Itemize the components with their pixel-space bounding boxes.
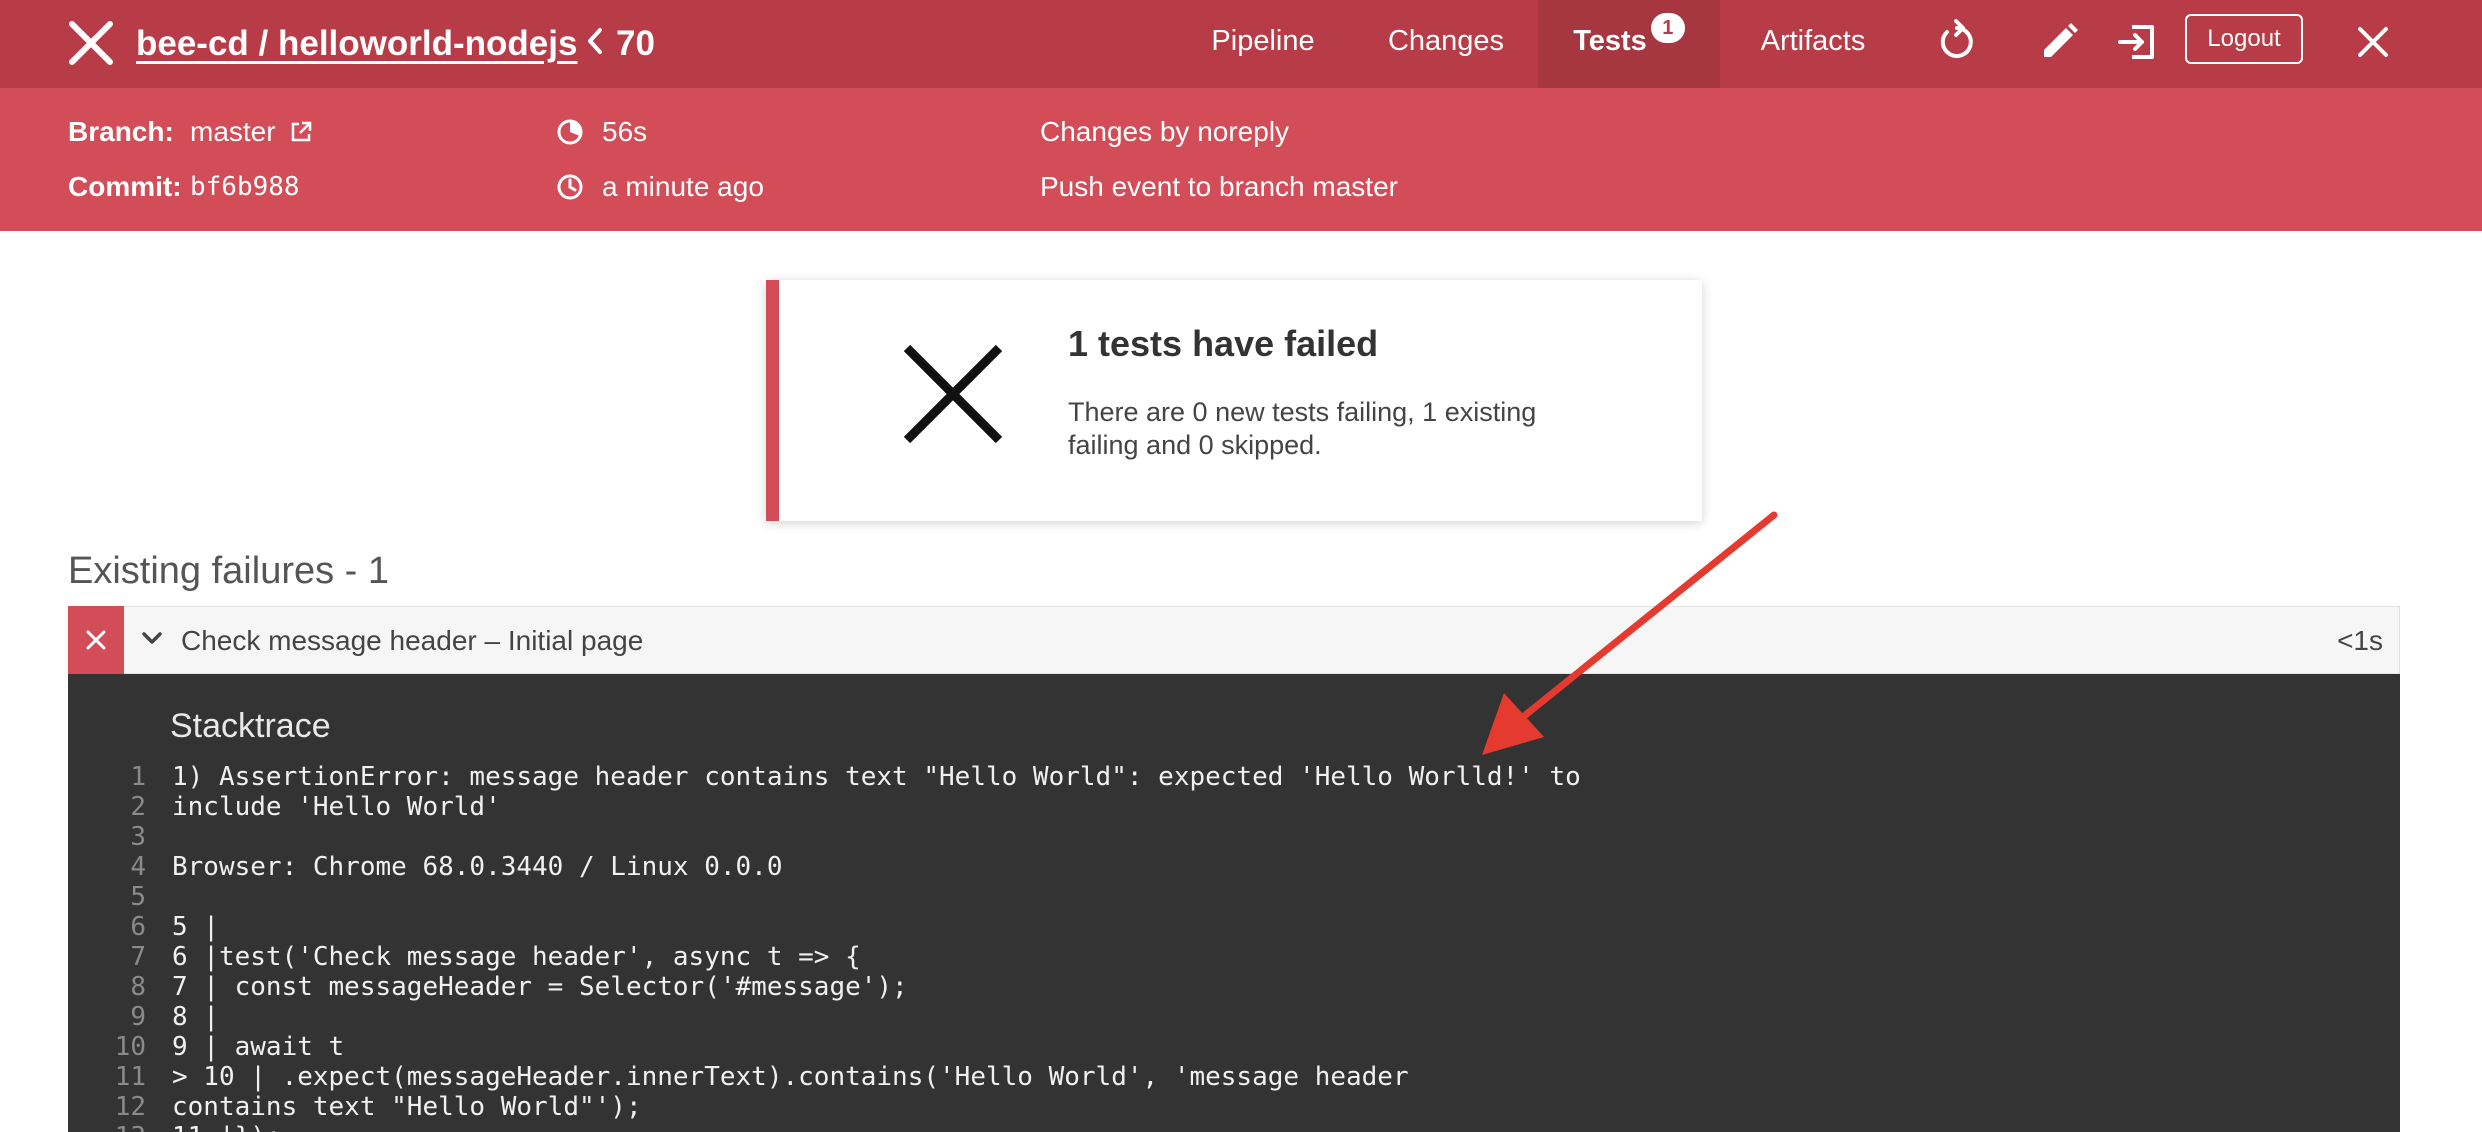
- exit-to-classic-icon[interactable]: [2114, 19, 2160, 65]
- line-number: 10: [114, 1032, 146, 1062]
- tab-artifacts-label: Artifacts: [1760, 25, 1866, 57]
- stacktrace-panel: Stacktrace 1 1) AssertionError: message h…: [68, 674, 2400, 1132]
- failed-test-name: Check message header – Initial page: [181, 625, 644, 656]
- line-text: 7 | const messageHeader = Selector('#mes…: [172, 972, 908, 1002]
- stacktrace-line: 11 > 10 | .expect(messageHeader.innerText…: [68, 1062, 2400, 1092]
- line-number: 9: [130, 1002, 146, 1032]
- failed-x-icon: [903, 344, 1003, 444]
- line-number: 13: [68, 1122, 146, 1132]
- summary-text: There are 0 new tests failing, 1 existin…: [1068, 397, 1537, 460]
- tests-count-badge: 1: [1650, 13, 1685, 43]
- line-text: include 'Hello World': [172, 792, 501, 822]
- line-text: contains text "Hello World"');: [172, 1092, 642, 1122]
- stacktrace-line: 7 6 |test('Check message header', async t…: [68, 942, 2400, 972]
- tab-changes[interactable]: Changes: [1372, 0, 1520, 88]
- started-time: a minute ago: [602, 171, 764, 202]
- branch-value[interactable]: master: [190, 112, 313, 152]
- stacktrace-line: 13 11 |});: [68, 1122, 2400, 1132]
- tab-artifacts[interactable]: Artifacts: [1748, 0, 1878, 88]
- chevron-down-icon[interactable]: [141, 631, 163, 647]
- edit-pencil-icon[interactable]: [2036, 19, 2082, 65]
- line-number: 12: [114, 1092, 146, 1122]
- duration-value: 56s: [602, 116, 648, 147]
- summary-title: 1 tests have failed: [1068, 323, 1379, 364]
- existing-failures-heading: Existing failures - 1: [68, 550, 390, 592]
- commit-label: Commit:: [68, 171, 182, 202]
- breadcrumb-pipeline-link[interactable]: bee-cd / helloworld-nodejs: [136, 20, 577, 68]
- replay-icon[interactable]: [1934, 19, 1980, 65]
- line-text: 1) AssertionError: message header contai…: [172, 762, 1581, 792]
- tab-tests[interactable]: Tests 1: [1538, 0, 1720, 88]
- stacktrace-line: 1 1) AssertionError: message header conta…: [68, 762, 2400, 792]
- line-text: 8 |: [172, 1002, 219, 1032]
- tab-pipeline[interactable]: Pipeline: [1188, 0, 1338, 88]
- branch-name: master: [190, 116, 276, 147]
- stacktrace-heading: Stacktrace: [170, 707, 331, 745]
- line-number: 7: [130, 942, 146, 972]
- line-number: 1: [130, 762, 146, 792]
- failed-test-duration: <1s: [2337, 625, 2383, 656]
- tab-pipeline-label: Pipeline: [1211, 25, 1315, 57]
- commit-hash[interactable]: bf6b988: [190, 167, 300, 207]
- line-number: 6: [130, 912, 146, 942]
- tab-tests-label: Tests: [1573, 25, 1647, 57]
- stacktrace-line: 6 5 |: [68, 912, 2400, 942]
- branch-label: Branch:: [68, 116, 174, 147]
- line-text: > 10 | .expect(messageHeader.innerText).…: [172, 1062, 1409, 1092]
- stacktrace-line: 5: [68, 882, 2400, 912]
- run-details-bar: Branch: master Commit: bf6b988 56s a min…: [0, 88, 2482, 231]
- tab-changes-label: Changes: [1387, 25, 1505, 57]
- external-link-icon: [292, 121, 312, 142]
- close-icon: [86, 630, 106, 650]
- line-number: 5: [130, 882, 146, 912]
- annotation-arrow: [1482, 511, 1778, 755]
- line-number: 4: [130, 852, 146, 882]
- trigger-cause: Push event to branch master: [1040, 171, 1398, 202]
- stacktrace-line: 4 Browser: Chrome 68.0.3440 / Linux 0.0.0: [68, 852, 2400, 882]
- close-icon[interactable]: [66, 18, 116, 68]
- clock-icon: [557, 174, 583, 200]
- stacktrace-line: 2 include 'Hello World': [68, 792, 2400, 822]
- chevron-left-icon[interactable]: [582, 24, 606, 58]
- test-summary-card: 1 tests have failed There are 0 new test…: [766, 280, 1702, 521]
- line-text: 5 |: [172, 912, 219, 942]
- line-text: 6 |test('Check message header', async t …: [172, 942, 861, 972]
- stacktrace-code: 1 1) AssertionError: message header conta…: [68, 762, 2400, 1132]
- failed-test-row[interactable]: Check message header – Initial page <1s: [68, 606, 2400, 674]
- line-text: Browser: Chrome 68.0.3440 / Linux 0.0.0: [172, 852, 783, 882]
- close-icon[interactable]: [2352, 21, 2394, 63]
- line-number: 2: [130, 792, 146, 822]
- logout-button[interactable]: Logout: [2185, 14, 2303, 64]
- changes-by: Changes by noreply: [1040, 116, 1290, 147]
- stacktrace-line: 3: [68, 822, 2400, 852]
- line-number: 11: [114, 1062, 146, 1092]
- top-bar: bee-cd / helloworld-nodejs 70 Pipeline C…: [0, 0, 2482, 88]
- stacktrace-line: 10 9 | await t: [68, 1032, 2400, 1062]
- stacktrace-line: 12 contains text "Hello World"');: [68, 1092, 2400, 1122]
- failed-status-marker: [68, 606, 124, 674]
- line-text: 9 | await t: [172, 1032, 345, 1062]
- line-number: 3: [130, 822, 146, 852]
- line-text: 11 |});: [172, 1122, 282, 1132]
- stacktrace-line: 9 8 |: [68, 1002, 2400, 1032]
- line-number: 8: [130, 972, 146, 1002]
- build-number: 70: [616, 24, 655, 63]
- duration-icon: [557, 119, 583, 145]
- stacktrace-line: 8 7 | const messageHeader = Selector('#me…: [68, 972, 2400, 1002]
